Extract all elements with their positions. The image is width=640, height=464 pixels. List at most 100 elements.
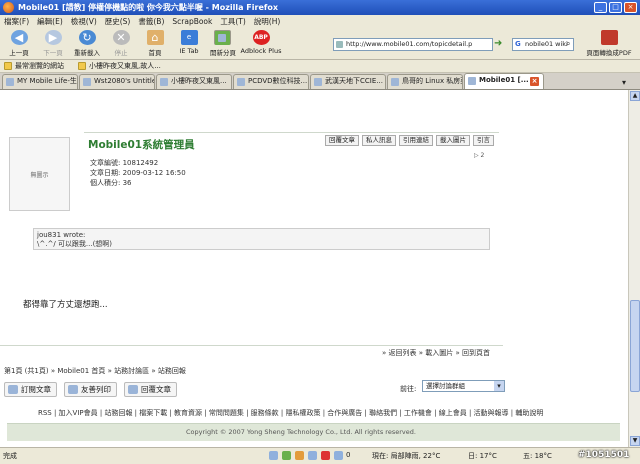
go-arrow-icon[interactable]: ➜: [494, 38, 508, 51]
tab-linux[interactable]: 鳥哥的 Linux 私房菜: [387, 74, 463, 89]
bookmark-most-visited[interactable]: 最常瀏覽的網站: [4, 61, 64, 71]
rss-icon[interactable]: [295, 451, 304, 460]
reload-label: 重新載入: [74, 49, 100, 57]
page-scrollbar[interactable]: ▲ ▼: [628, 90, 640, 447]
page-content: 無圖示 Mobile01系統管理員 回覆文章 私人訊息 引用連結 載入圖片 引言…: [0, 90, 628, 447]
post-score: 個人積分: 36: [90, 179, 132, 187]
reply-post-button[interactable]: 回覆文章: [325, 135, 359, 146]
home-icon: ⌂: [146, 30, 164, 45]
ie-tab-label: IE Tab: [179, 47, 199, 55]
window-controls: _ □ ×: [594, 2, 637, 13]
reload-icon: ↻: [78, 30, 96, 45]
tab-label: Mobile01 [...: [479, 76, 529, 84]
bookmark-label: 小樓昨夜又東風,故人...: [89, 62, 161, 70]
tab-mobile01[interactable]: Mobile01 [... ×: [464, 73, 544, 89]
tab-wst2080[interactable]: Wst2080's Untitled: [79, 74, 155, 89]
private-message-button[interactable]: 私人訊息: [362, 135, 396, 146]
sync-icon[interactable]: [282, 451, 291, 460]
url-input[interactable]: http://www.mobile01.com/topicdetail.p: [333, 38, 493, 51]
weather-today: 日: 17°C: [468, 452, 497, 460]
pdf-label: 頁面轉換成PDF: [586, 49, 632, 57]
stop-icon: ✕: [112, 30, 130, 45]
tab-xiaolou[interactable]: 小樓昨夜又東風...: [156, 74, 232, 89]
pdf-icon: [600, 30, 618, 45]
back-button[interactable]: ◀ 上一頁: [2, 30, 36, 59]
menu-history[interactable]: 歷史(S): [105, 16, 131, 27]
close-tab-icon[interactable]: ×: [530, 77, 539, 86]
status-bar: 完成 0 現在: 局部陣雨, 22°C 日: 17°C 五: 18°C: [0, 447, 640, 464]
bottom-buttons: 訂閱文章 友善列印 回覆文章: [4, 382, 177, 397]
breadcrumb[interactable]: 第1頁 (共1頁) » Mobile01 首頁 » 站務討論區 » 站務回報: [4, 366, 186, 376]
tab-list-arrow-icon[interactable]: ▾: [622, 78, 626, 87]
forward-arrow-icon: ▶: [44, 30, 62, 45]
post-actions: 回覆文章 私人訊息 引用連結 載入圖片 引言: [325, 135, 494, 146]
menu-bookmarks[interactable]: 書籤(B): [138, 16, 164, 27]
post-body: 都得靠了方丈還想跑...: [23, 300, 108, 310]
tab-pcdvd[interactable]: PCDVD數位科技...: [233, 74, 309, 89]
mail-count: 0: [346, 451, 351, 459]
home-label: 首頁: [148, 49, 162, 57]
bookmark-item[interactable]: 小樓昨夜又東風,故人...: [78, 61, 161, 71]
reload-button[interactable]: ↻ 重新載入: [70, 30, 104, 59]
menu-file[interactable]: 檔案(F): [4, 16, 29, 27]
post-pager[interactable]: ▷ 2: [474, 152, 484, 159]
window-title: Mobile01 [請教] 停權停機點的啦 你今我六點半喔 - Mozilla …: [18, 3, 279, 12]
minimize-button[interactable]: _: [594, 2, 607, 13]
post-divider: [84, 132, 499, 133]
home-button[interactable]: ⌂ 首頁: [138, 30, 172, 59]
adblock-button[interactable]: ABP Adblock Plus: [240, 30, 282, 59]
adblock-label: Adblock Plus: [240, 47, 282, 55]
scroll-up-arrow-icon[interactable]: ▲: [630, 91, 640, 101]
status-icons: [269, 451, 343, 460]
reply-button[interactable]: 回覆文章: [124, 382, 177, 397]
print-button[interactable]: 友善列印: [64, 382, 117, 397]
weather-friday: 五: 18°C: [523, 452, 552, 460]
menu-view[interactable]: 檢視(V): [71, 16, 97, 27]
quote-text: \^.^/ 可以跟我...(想啊): [37, 240, 113, 248]
new-tab-button[interactable]: + 開新分頁: [206, 30, 240, 59]
stop-button[interactable]: ✕ 停止: [104, 30, 138, 59]
menu-scrapbook[interactable]: ScrapBook: [172, 17, 212, 26]
page-icon: [78, 62, 86, 70]
forum-select[interactable]: 選擇討論群組: [422, 380, 505, 392]
subscribe-button[interactable]: 訂閱文章: [4, 382, 57, 397]
ie-tab-button[interactable]: e IE Tab: [172, 30, 206, 59]
post-id: 文章編號: 10812492: [90, 159, 159, 167]
pdf-convert-button[interactable]: 頁面轉換成PDF: [582, 30, 636, 58]
tab-strip: MY Mobile Life-生... Wst2080's Untitled 小…: [0, 73, 640, 90]
screen-icon[interactable]: [308, 451, 317, 460]
weather-now: 現在: 局部陣雨, 22°C: [372, 452, 441, 460]
tab-ccie[interactable]: 武漢天地下CCIE...: [310, 74, 386, 89]
menu-help[interactable]: 說明(H): [254, 16, 281, 27]
extension-icon[interactable]: [269, 451, 278, 460]
quote-button[interactable]: 引言: [473, 135, 494, 146]
menu-bar: 檔案(F) 編輯(E) 檢視(V) 歷史(S) 書籤(B) ScrapBook …: [0, 15, 640, 28]
search-input[interactable]: nobile01 wiki: [512, 38, 574, 51]
block-icon[interactable]: [321, 451, 330, 460]
poster-name[interactable]: Mobile01系統管理員: [88, 137, 195, 152]
firefox-icon: [3, 2, 14, 13]
quote-box: jou831 wrote: \^.^/ 可以跟我...(想啊): [33, 228, 490, 250]
close-button[interactable]: ×: [624, 2, 637, 13]
scroll-thumb[interactable]: [630, 300, 640, 392]
adblock-icon: ABP: [252, 30, 270, 45]
maximize-button[interactable]: □: [609, 2, 622, 13]
status-text: 完成: [3, 452, 17, 460]
mail-icon[interactable]: [334, 451, 343, 460]
ie-tab-icon: e: [180, 30, 198, 45]
menu-edit[interactable]: 編輯(E): [37, 16, 63, 27]
scroll-down-arrow-icon[interactable]: ▼: [630, 436, 640, 446]
forward-button[interactable]: ▶ 下一頁: [36, 30, 70, 59]
search-icon[interactable]: ⌕: [566, 38, 574, 50]
menu-tools[interactable]: 工具(T): [220, 16, 245, 27]
window-titlebar: Mobile01 [請教] 停權停機點的啦 你今我六點半喔 - Mozilla …: [0, 0, 640, 15]
load-images-button[interactable]: 載入圖片: [436, 135, 470, 146]
post-info: 文章編號: 10812492 文章日期: 2009-03-12 16:50 個人…: [90, 158, 186, 188]
folder-icon: [4, 62, 12, 70]
post-nav-links[interactable]: » 返回列表 » 載入圖片 » 回到頁首: [382, 348, 490, 358]
tab-mobile-life[interactable]: MY Mobile Life-生...: [2, 74, 78, 89]
footer-links[interactable]: RSS | 加入VIP會員 | 站務回報 | 檔案下載 | 教育資源 | 常問問…: [38, 408, 543, 418]
quote-link-button[interactable]: 引用連結: [399, 135, 433, 146]
back-label: 上一頁: [9, 49, 29, 57]
copyright: Copyright © 2007 Yong Sheng Technology C…: [186, 428, 416, 436]
